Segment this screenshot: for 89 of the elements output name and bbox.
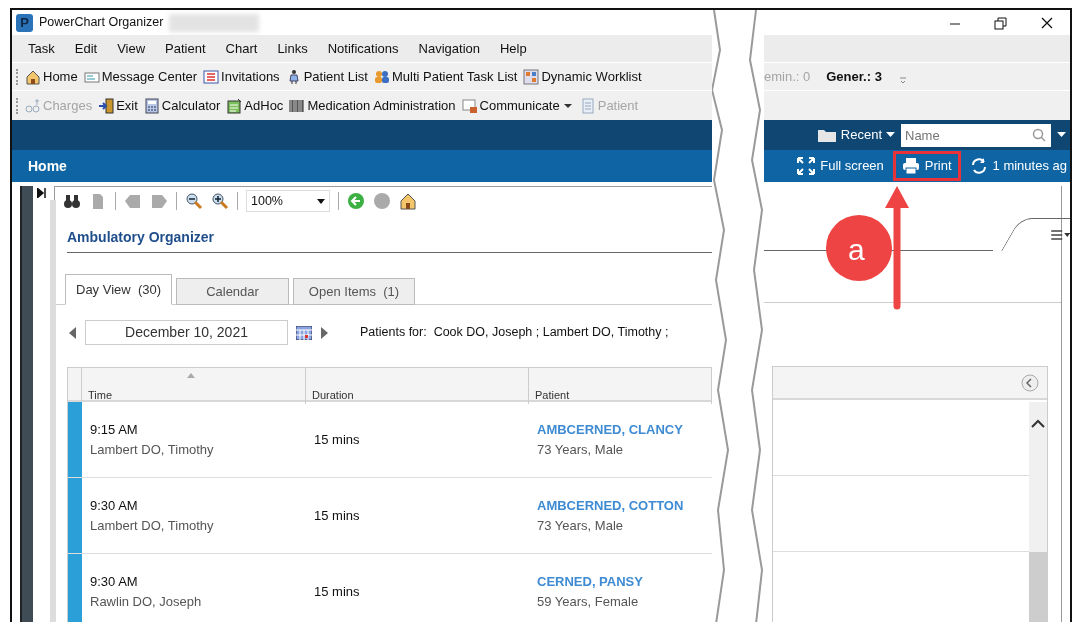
menu-item[interactable]: Links [267, 38, 318, 59]
document-icon [579, 97, 596, 114]
patient-link[interactable]: CERNED, PANSY [537, 572, 712, 592]
window-title: PowerChart Organizer [39, 14, 164, 32]
caret-icon[interactable] [1057, 132, 1066, 138]
printer-icon [901, 157, 920, 175]
refresh-icon [969, 157, 988, 175]
expand-icon [797, 157, 816, 175]
folder-icon [816, 127, 837, 143]
callout-label: a [848, 235, 865, 265]
provider-name: Rawlin DO, Joseph [90, 592, 203, 611]
search-icon [1032, 127, 1046, 142]
toolbar-button[interactable]: Multi Patient Task List [373, 66, 518, 87]
binoculars-icon[interactable] [63, 192, 81, 210]
patient-link[interactable]: AMBCERNED, COTTON [537, 496, 712, 516]
calculator-icon [143, 97, 160, 114]
toolbar-button[interactable]: 1 minutes ag [960, 151, 1070, 181]
toolbar-button[interactable]: Patient List [285, 66, 368, 87]
house-icon [25, 68, 41, 85]
glasses-icon [25, 97, 41, 114]
status-bar [68, 554, 82, 622]
provider-name: Lambert DO, Timothy [90, 440, 215, 459]
previous-arrow-icon[interactable] [69, 326, 77, 339]
toolbar-button[interactable]: Message Center [83, 66, 198, 87]
appointment-time: 9:30 AM [90, 573, 139, 591]
menu-item[interactable]: Navigation [408, 38, 490, 59]
section-title: Ambulatory Organizer [67, 227, 712, 253]
people-icon [373, 68, 390, 85]
toolbar-button[interactable]: Invitations [203, 66, 280, 87]
column-header[interactable]: Duration [306, 368, 529, 404]
caret-icon [317, 198, 325, 204]
appointment-time: 9:30 AM [90, 497, 139, 515]
toolbar-button[interactable]: Full screen [788, 151, 893, 181]
app-logo: P [16, 13, 33, 32]
tab[interactable]: Day View (30) [65, 273, 172, 305]
form-icon [226, 97, 243, 114]
toolbar-button[interactable]: Calculator [143, 95, 221, 116]
scrollbar[interactable] [1029, 402, 1047, 622]
expand-panel-icon[interactable] [37, 188, 47, 198]
counter-label: emin.: 0 [764, 67, 811, 86]
toolbar-button[interactable]: Home [25, 66, 78, 87]
house-icon[interactable] [399, 192, 417, 210]
patient-details: 59 Years, Female [537, 592, 640, 611]
patient-details: 73 Years, Male [537, 516, 624, 535]
date-field[interactable]: December 10, 2021 [85, 320, 288, 345]
patients-for-text: Patients for: Cook DO, Joseph ; Lambert DO, Timothy ; [360, 324, 669, 342]
calendar-icon[interactable] [296, 325, 312, 340]
caret-icon [886, 132, 895, 138]
column-header[interactable]: Time [82, 368, 306, 404]
menu-item[interactable]: View [107, 38, 156, 59]
collapse-button[interactable] [1021, 373, 1039, 392]
toolbar-button[interactable]: Communicate [461, 95, 574, 116]
menu-icon [1050, 229, 1070, 241]
toolbar-button[interactable]: Medication Administration [289, 95, 456, 116]
toolbar-button[interactable]: Exit [98, 95, 138, 116]
zoom-dropdown[interactable]: 100% [246, 189, 330, 213]
restore-button[interactable] [992, 14, 1010, 31]
appointment-time: 9:15 AM [90, 421, 139, 439]
menu-item[interactable]: Edit [64, 38, 108, 59]
menu-item[interactable]: Patient [155, 38, 216, 59]
counter-label: Gener.: 3 [826, 67, 882, 86]
scroll-up-icon[interactable] [1031, 419, 1045, 429]
menu-item[interactable]: Chart [215, 38, 268, 59]
patient-details: 73 Years, Male [537, 440, 624, 459]
duration-text: 15 mins [314, 430, 360, 449]
menu-item[interactable]: Notifications [317, 38, 409, 59]
sort-arrow-icon [187, 373, 195, 378]
barcode-icon [289, 97, 306, 114]
duration-text: 15 mins [314, 506, 360, 525]
toolbar-button[interactable]: AdHoc [226, 95, 284, 116]
zoom-in-icon[interactable] [211, 192, 229, 210]
provider-name: Lambert DO, Timothy [90, 516, 215, 535]
next-arrow-icon[interactable] [320, 326, 328, 339]
recent-button[interactable]: Recent [816, 125, 895, 145]
duration-text: 15 mins [314, 582, 360, 601]
zoom-out-icon[interactable] [185, 192, 203, 210]
document-lock-icon [461, 97, 478, 114]
page-title: Home [27, 156, 67, 176]
tab[interactable]: Open Items (1) [293, 277, 415, 305]
menu-item[interactable]: Task [18, 38, 65, 59]
patient-link[interactable]: AMBCERNED, CLANCY [537, 420, 712, 440]
search-field[interactable]: Name [901, 123, 1051, 147]
tab[interactable]: Calendar [176, 277, 289, 305]
toolbar-button[interactable]: Print [892, 151, 961, 181]
worklist-icon [523, 68, 540, 85]
exit-door-icon [98, 97, 115, 114]
list-icon [203, 68, 220, 85]
toolbar-button[interactable]: Dynamic Worklist [523, 66, 642, 87]
menu-item[interactable]: Help [490, 38, 537, 59]
